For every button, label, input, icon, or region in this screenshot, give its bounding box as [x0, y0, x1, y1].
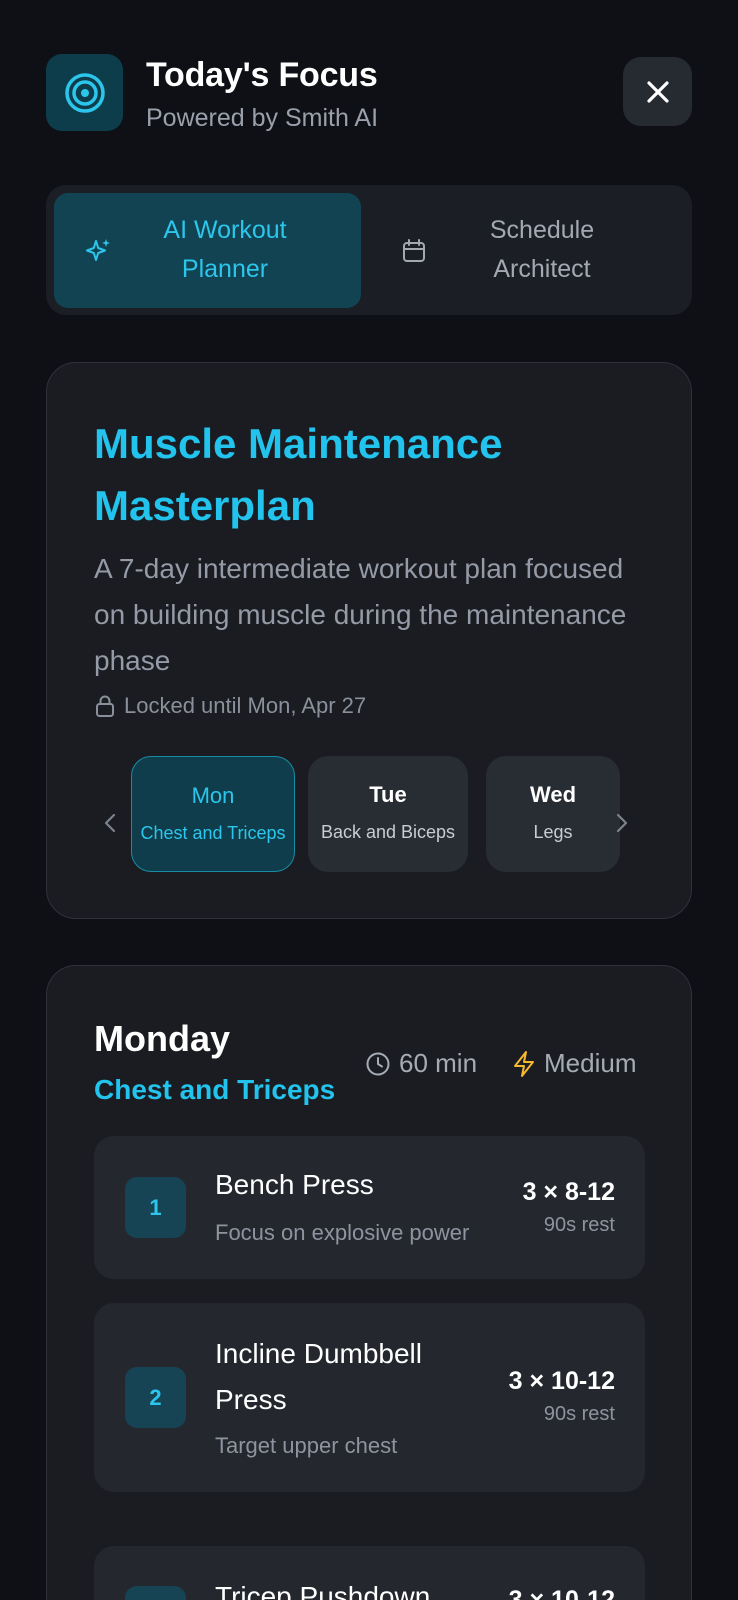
sparkles-icon [84, 236, 114, 266]
chevron-left-icon [104, 813, 116, 833]
tab-label: Schedule Architect [489, 216, 595, 283]
calendar-icon [399, 236, 429, 266]
prev-day-button[interactable] [97, 803, 123, 843]
exercise-number: 3 [125, 1586, 186, 1600]
lock-status: Locked until Mon, Apr 27 [94, 693, 366, 719]
day-name: Wed [529, 782, 577, 807]
day-selector: Mon Chest and Triceps Tue Back and Bicep… [131, 756, 631, 872]
day-title: Monday [94, 1018, 231, 1059]
header: Today's Focus Powered by Smith AI [46, 54, 692, 132]
day-detail-card: Monday Chest and Triceps 60 min Medium 1… [46, 965, 692, 1600]
exercise-item[interactable]: 3 Tricep Pushdown 3 × 10-12 [94, 1546, 645, 1600]
exercise-rest: 90s rest [543, 1214, 615, 1236]
exercise-note: Focus on explosive power [215, 1220, 470, 1245]
exercise-sets: 3 × 10-12 [508, 1367, 615, 1395]
day-chip-tue[interactable]: Tue Back and Biceps [308, 756, 468, 872]
day-focus: Back and Biceps [320, 822, 456, 842]
exercise-name: Incline Dumbbell Press [215, 1338, 422, 1415]
exercise-sets: 3 × 10-12 [508, 1586, 615, 1600]
clock-icon [366, 1052, 390, 1075]
exercise-item[interactable]: 1 Bench Press Focus on explosive power 3… [94, 1136, 645, 1279]
page-title: Today's Focus [146, 56, 378, 94]
tab-ai-workout-planner[interactable]: AI Workout Planner [54, 193, 361, 308]
next-day-button[interactable] [609, 803, 635, 843]
day-focus: Legs [533, 822, 573, 842]
plan-description: A 7-day intermediate workout plan focuse… [94, 553, 627, 676]
exercise-item[interactable]: 2 Incline Dumbbell Press Target upper ch… [94, 1303, 645, 1492]
plan-title: Muscle Maintenance Masterplan [94, 420, 503, 529]
exercise-note: Target upper chest [215, 1433, 398, 1458]
close-button[interactable] [623, 57, 692, 126]
intensity-info: Medium [512, 1048, 636, 1079]
tab-label: AI Workout Planner [163, 216, 287, 283]
day-subtitle: Chest and Triceps [94, 1074, 336, 1105]
mode-tabs: AI Workout Planner Schedule Architect [46, 185, 692, 315]
intensity-text: Medium [544, 1048, 637, 1078]
close-icon [646, 80, 669, 103]
day-focus: Chest and Triceps [140, 823, 286, 843]
duration-info: 60 min [365, 1048, 477, 1079]
exercise-number: 2 [125, 1367, 186, 1428]
day-chip-mon[interactable]: Mon Chest and Triceps [131, 756, 295, 872]
day-chip-wed[interactable]: Wed Legs [486, 756, 620, 872]
day-name: Tue [369, 782, 407, 807]
exercise-number: 1 [125, 1177, 186, 1238]
day-name: Mon [191, 783, 235, 808]
lightning-icon [514, 1050, 534, 1077]
chevron-right-icon [616, 813, 628, 833]
exercise-name: Tricep Pushdown [215, 1581, 431, 1600]
page-subtitle: Powered by Smith AI [146, 104, 379, 132]
plan-card: Muscle Maintenance Masterplan A 7-day in… [46, 362, 692, 919]
exercise-sets: 3 × 8-12 [522, 1178, 615, 1206]
target-icon [46, 54, 123, 131]
exercise-name: Bench Press [215, 1169, 374, 1200]
lock-icon [96, 695, 114, 717]
exercise-rest: 90s rest [543, 1403, 615, 1425]
duration-text: 60 min [399, 1048, 478, 1078]
lock-text: Locked until Mon, Apr 27 [124, 693, 367, 718]
tab-schedule-architect[interactable]: Schedule Architect [369, 193, 684, 308]
